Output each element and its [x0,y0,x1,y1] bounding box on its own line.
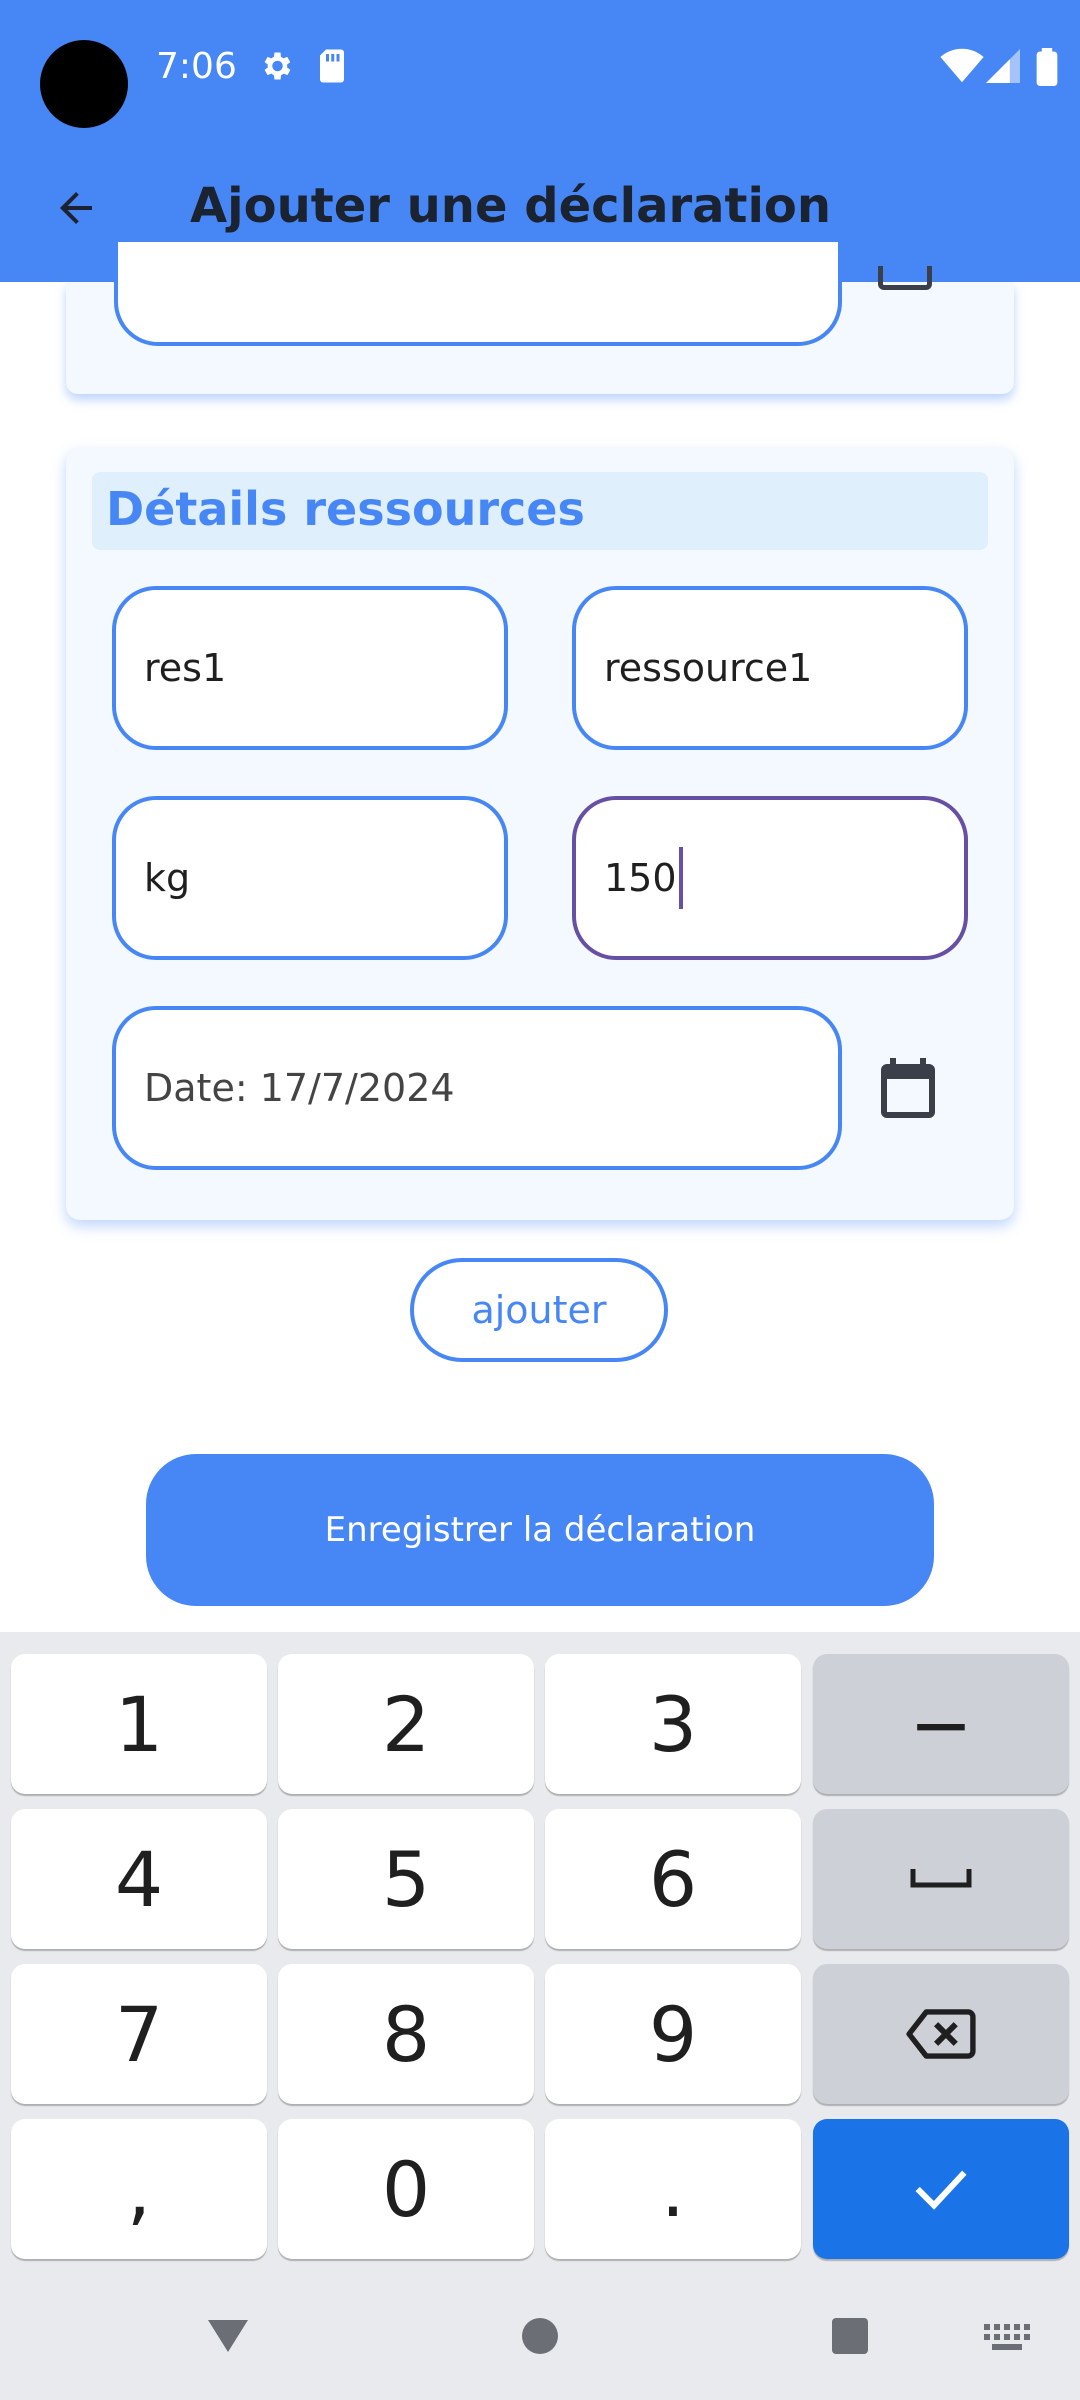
key-comma[interactable]: , [11,2119,267,2259]
save-declaration-button[interactable]: Enregistrer la déclaration [146,1454,934,1606]
date-value: Date: 17/7/2024 [144,1066,455,1110]
wifi-icon [940,48,984,83]
status-bar: 7:06 [0,0,1080,134]
unit-field[interactable]: kg [112,796,508,960]
resource-name-field[interactable]: ressource1 [572,586,968,750]
previous-field[interactable] [114,242,842,346]
card-header: Détails ressources [92,472,988,550]
key-5[interactable]: 5 [278,1809,534,1949]
sd-card-icon [320,49,344,83]
quantity-field[interactable]: 150 [572,796,968,960]
arrow-back-icon [60,192,92,224]
key-9[interactable]: 9 [545,1964,801,2104]
key-period[interactable]: . [545,2119,801,2259]
navigation-bar [0,2272,1080,2400]
calendar-icon[interactable] [878,266,932,290]
key-7[interactable]: 7 [11,1964,267,2104]
settings-icon [264,52,291,80]
section-title: Détails ressources [106,482,585,536]
keyboard-switch-icon[interactable] [984,2324,1030,2350]
camera-cutout [40,40,128,128]
key-1[interactable]: 1 [11,1654,267,1794]
date-field[interactable]: Date: 17/7/2024 [112,1006,842,1170]
quantity-value: 150 [604,856,677,900]
recents-square-icon[interactable] [830,2316,870,2356]
key-6[interactable]: 6 [545,1809,801,1949]
space-icon [910,1869,972,1888]
back-triangle-icon[interactable] [204,2316,252,2356]
check-icon [915,2170,967,2210]
unit-value: kg [144,856,191,900]
text-cursor [678,847,683,909]
screen: 7:06 Ajouter une déclaration Détails res… [0,0,1080,2400]
signal-icon [986,49,1020,83]
calendar-icon[interactable] [872,1052,944,1124]
key-done[interactable] [813,2119,1069,2259]
page-title: Ajouter une déclaration [190,178,832,234]
key-minus[interactable]: − [813,1654,1069,1794]
key-3[interactable]: 3 [545,1654,801,1794]
key-backspace[interactable] [813,1964,1069,2104]
key-8[interactable]: 8 [278,1964,534,2104]
key-space[interactable] [813,1809,1069,1949]
resource-code-value: res1 [144,646,227,690]
key-2[interactable]: 2 [278,1654,534,1794]
home-circle-icon[interactable] [520,2316,560,2356]
key-4[interactable]: 4 [11,1809,267,1949]
add-button[interactable]: ajouter [410,1258,668,1362]
status-time: 7:06 [156,46,237,87]
numeric-keyboard: 1 2 3 − 4 5 6 7 8 9 , 0 . [0,1632,1080,2272]
back-button[interactable] [40,172,112,244]
backspace-icon [906,2009,976,2059]
key-0[interactable]: 0 [278,2119,534,2259]
resources-card: Détails ressources res1 ressource1 kg 15… [66,448,1014,1220]
resource-code-field[interactable]: res1 [112,586,508,750]
resource-name-value: ressource1 [604,646,813,690]
previous-card [66,242,1014,394]
battery-icon [1036,48,1058,86]
